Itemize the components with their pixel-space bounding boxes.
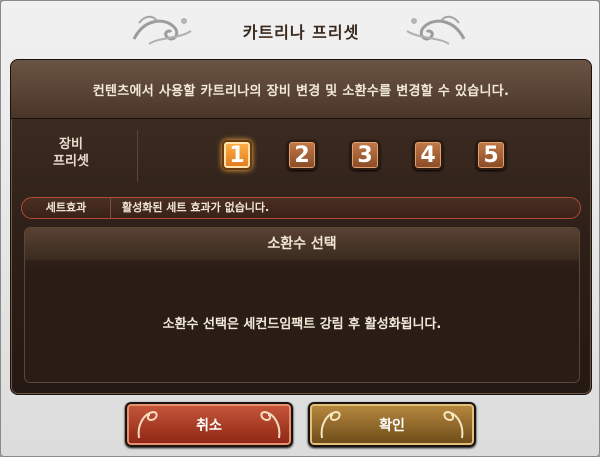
preset-button-4[interactable]: 4: [413, 140, 443, 170]
summon-select-header: 소환수 선택: [25, 228, 579, 260]
cancel-button-label: 취소: [196, 417, 222, 434]
main-panel: 컨텐츠에서 사용할 카트리나의 장비 변경 및 소환수를 변경할 수 있습니다.…: [10, 59, 592, 395]
summon-select-box: 소환수 선택 소환수 선택은 세컨드임팩트 강림 후 활성화됩니다.: [24, 227, 580, 383]
description-text: 컨텐츠에서 사용할 카트리나의 장비 변경 및 소환수를 변경할 수 있습니다.: [11, 60, 591, 119]
preset-dialog: 카트리나 프리셋 컨텐츠에서 사용할 카트리나의 장비 변경 및 소환수를 변경…: [0, 0, 600, 457]
summon-select-message: 소환수 선택은 세컨드임팩트 강림 후 활성화됩니다.: [162, 317, 442, 332]
set-effect-label: 세트효과: [22, 198, 111, 218]
cancel-button[interactable]: 취소: [125, 402, 293, 447]
dialog-title: 카트리나 프리셋: [242, 23, 360, 42]
ok-button-label: 확인: [379, 417, 405, 434]
preset-label: 장비 프리셋: [53, 137, 89, 169]
set-effect-value: 활성화된 세트 효과가 없습니다.: [122, 201, 270, 214]
swirl-ornament-icon: [443, 410, 464, 439]
set-effect-bar: 세트효과 활성화된 세트 효과가 없습니다.: [21, 197, 581, 219]
ok-button[interactable]: 확인: [308, 402, 476, 447]
preset-button-3[interactable]: 3: [350, 140, 380, 170]
swirl-ornament-icon: [260, 410, 281, 439]
swirl-ornament-icon: [320, 410, 341, 439]
preset-divider: [137, 130, 138, 182]
swirl-ornament-icon: [137, 410, 158, 439]
preset-button-5[interactable]: 5: [476, 140, 506, 170]
preset-button-2[interactable]: 2: [287, 140, 317, 170]
preset-button-1[interactable]: 1: [222, 140, 252, 170]
